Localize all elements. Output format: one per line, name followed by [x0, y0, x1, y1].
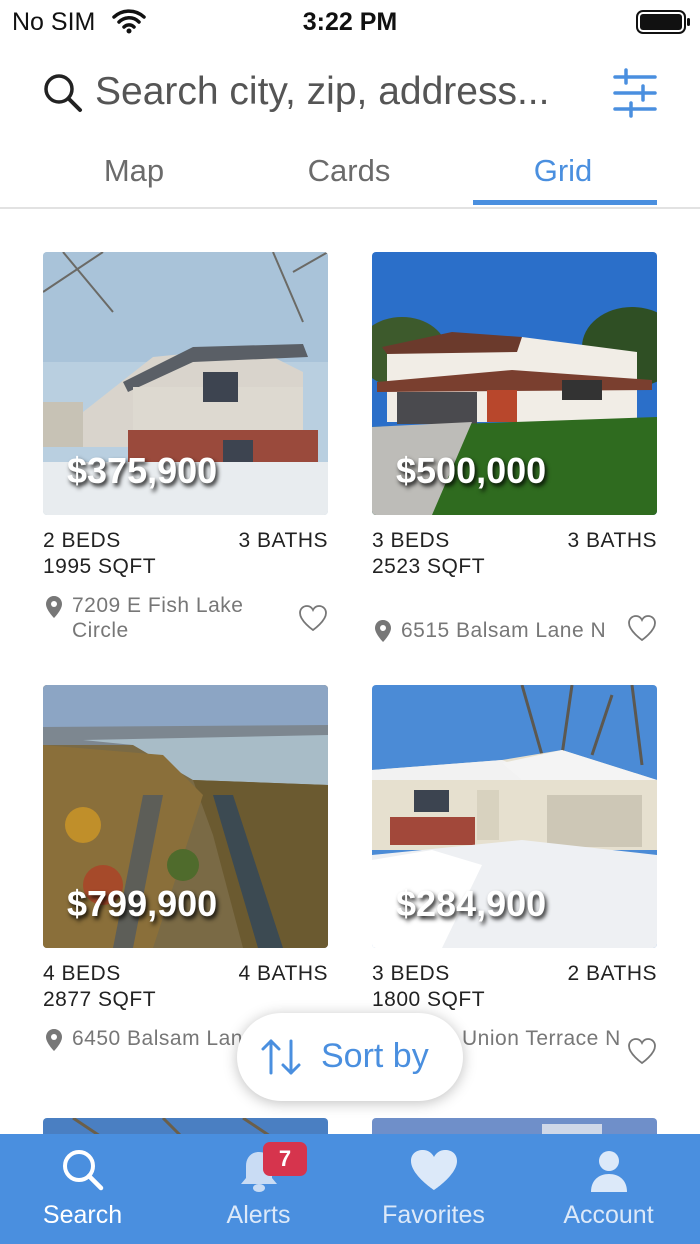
- listing-beds: 2 BEDS: [43, 529, 121, 552]
- nav-label-alerts: Alerts: [226, 1201, 291, 1229]
- listing-baths: 3 BATHS: [567, 529, 657, 552]
- heart-icon: [346, 1148, 521, 1197]
- listing-beds: 3 BEDS: [372, 529, 450, 552]
- listing-price: $284,900: [396, 883, 547, 924]
- nav-alerts[interactable]: Alerts: [171, 1134, 346, 1244]
- view-tabs: Map Cards Grid: [0, 145, 700, 209]
- favorite-heart-icon[interactable]: [298, 604, 328, 637]
- filter-icon[interactable]: [612, 68, 658, 123]
- listing-address: 7209 E Fish Lake Circle: [72, 594, 244, 642]
- nav-search[interactable]: Search: [0, 1134, 170, 1244]
- search-icon: [42, 72, 84, 119]
- listing-sqft: 1800 SQFT: [372, 988, 486, 1011]
- sort-button-label: Sort by: [321, 1037, 429, 1075]
- bell-icon: [171, 1148, 346, 1199]
- favorite-heart-icon[interactable]: [627, 614, 657, 647]
- listing-photo[interactable]: $799,900: [43, 685, 328, 948]
- listing-sqft: 2877 SQFT: [43, 988, 157, 1011]
- location-pin-icon: [45, 1028, 63, 1057]
- listing-price: $799,900: [67, 883, 218, 924]
- sort-button[interactable]: Sort by: [237, 1013, 463, 1101]
- person-icon: [521, 1148, 696, 1199]
- battery-icon: [636, 10, 690, 34]
- nav-label-favorites: Favorites: [382, 1201, 485, 1229]
- listing-sqft: 1995 SQFT: [43, 555, 157, 578]
- tab-map[interactable]: Map: [44, 153, 224, 189]
- listing-beds: 3 BEDS: [372, 962, 450, 985]
- listing-photo[interactable]: $500,000: [372, 252, 657, 515]
- status-bar: No SIM 3:22 PM: [0, 0, 700, 46]
- listing-photo[interactable]: $284,900: [372, 685, 657, 948]
- nav-label-account: Account: [563, 1201, 654, 1229]
- alerts-badge: 7: [263, 1142, 307, 1176]
- search-input[interactable]: Search city, zip, address...: [95, 70, 549, 114]
- bottom-tab-bar: Search Alerts Favorites Account: [0, 1134, 700, 1244]
- listing-baths: 4 BATHS: [238, 962, 328, 985]
- active-tab-indicator: [473, 200, 657, 205]
- listing-baths: 2 BATHS: [567, 962, 657, 985]
- nav-favorites[interactable]: Favorites: [346, 1134, 521, 1244]
- clock: 3:22 PM: [302, 8, 398, 36]
- listing-photo[interactable]: $375,900: [43, 252, 328, 515]
- nav-account[interactable]: Account: [521, 1134, 696, 1244]
- listing-baths: 3 BATHS: [238, 529, 328, 552]
- listing-sqft: 2523 SQFT: [372, 555, 486, 578]
- location-pin-icon: [45, 595, 63, 624]
- listing-address: 6515 Balsam Lane N: [401, 619, 607, 642]
- tab-cards[interactable]: Cards: [259, 153, 439, 189]
- sort-arrows-icon: [259, 1037, 303, 1082]
- nav-label-search: Search: [42, 1201, 123, 1229]
- tab-grid[interactable]: Grid: [473, 153, 653, 189]
- listing-price: $375,900: [67, 450, 218, 491]
- listing-address: Union Terrace N: [462, 1027, 621, 1050]
- listing-beds: 4 BEDS: [43, 962, 121, 985]
- location-pin-icon: [374, 619, 392, 648]
- search-bar[interactable]: Search city, zip, address...: [0, 62, 700, 126]
- search-icon: [0, 1148, 170, 1197]
- favorite-heart-icon[interactable]: [627, 1037, 657, 1070]
- listing-price: $500,000: [396, 450, 547, 491]
